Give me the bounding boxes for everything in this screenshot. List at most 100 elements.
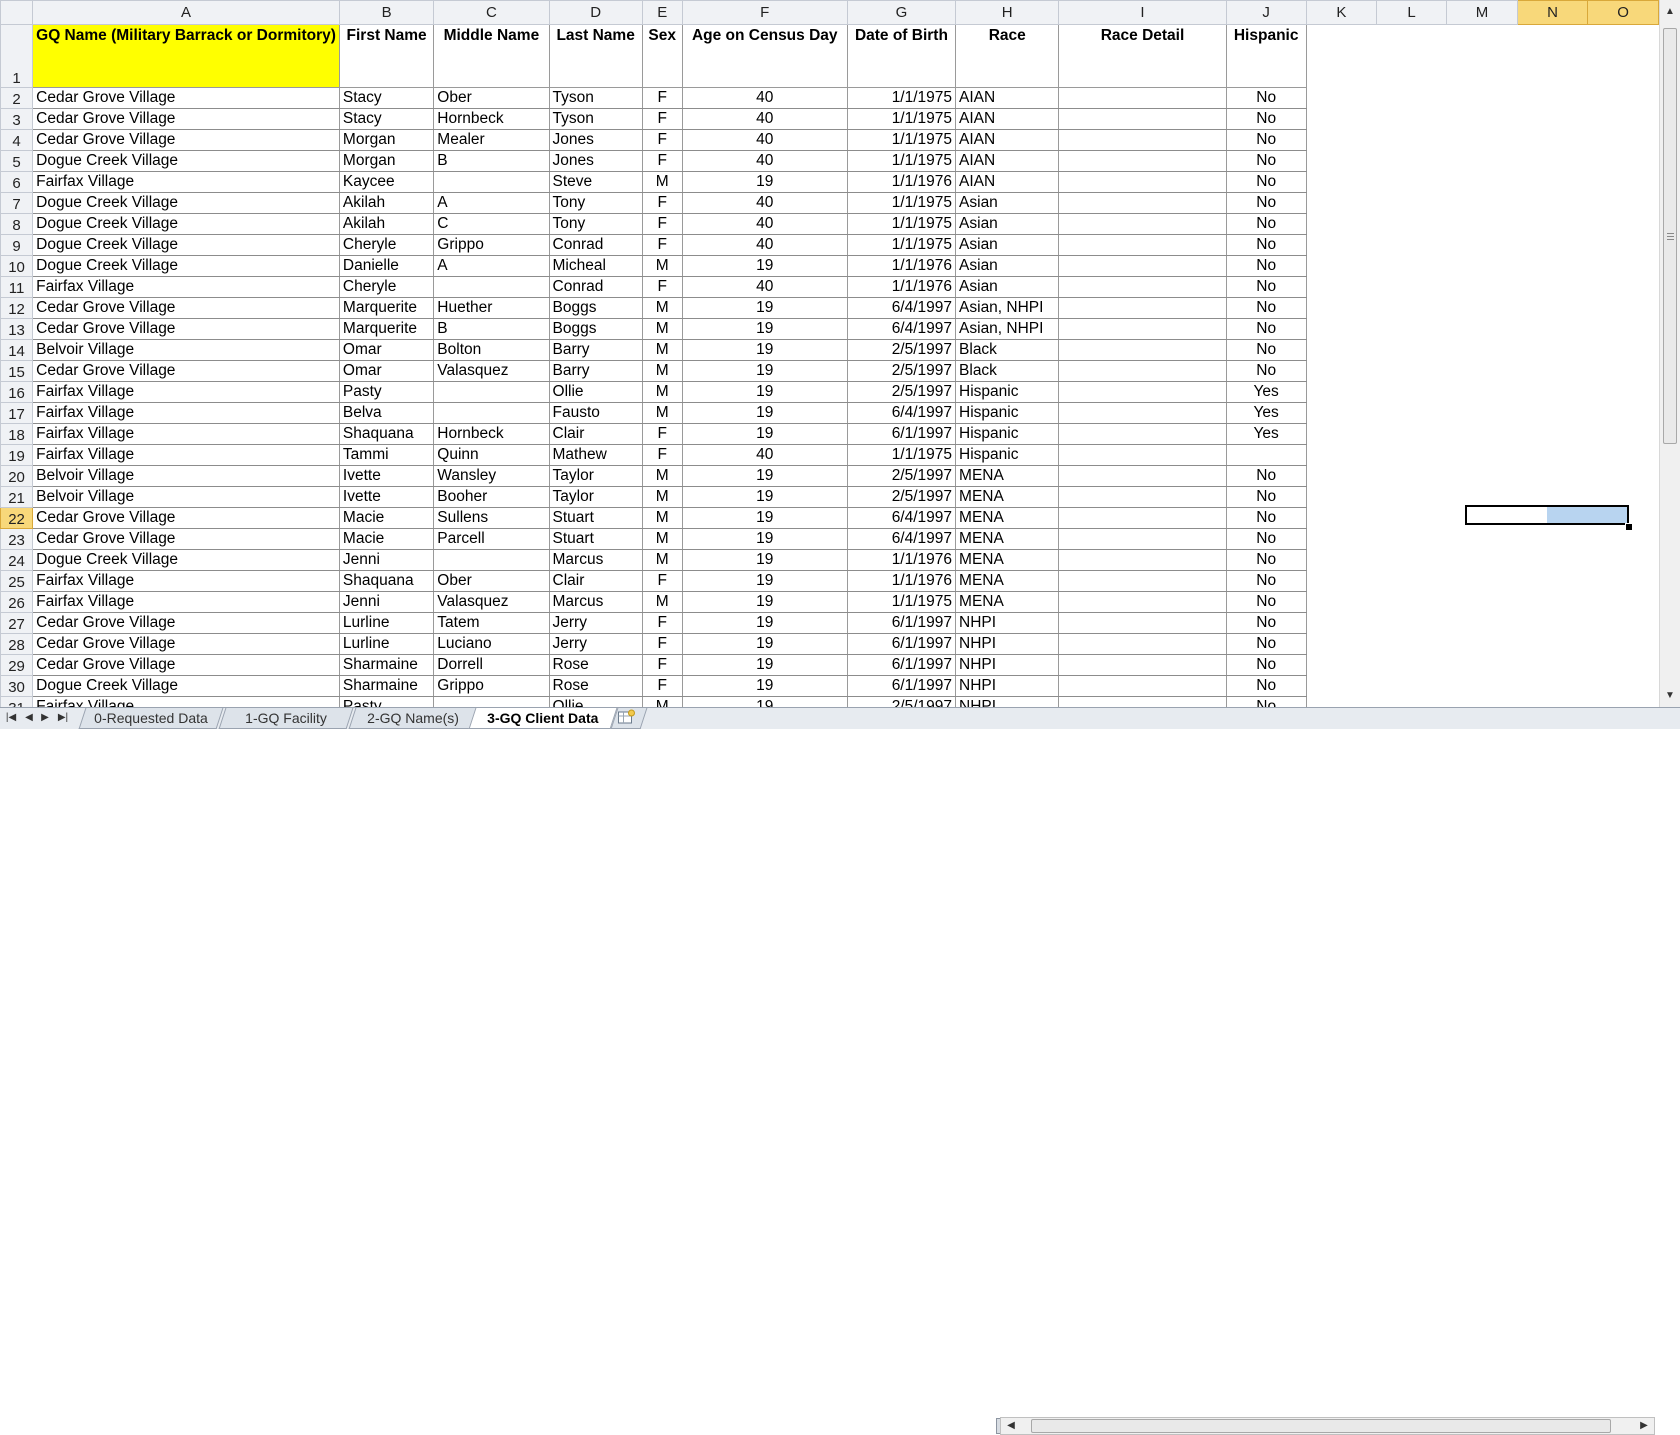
empty-cell[interactable] (1306, 508, 1376, 529)
empty-cell[interactable] (1447, 130, 1518, 151)
row-header[interactable]: 18 (0, 423, 34, 445)
empty-cell[interactable] (1377, 487, 1447, 508)
empty-cell[interactable] (1588, 382, 1659, 403)
empty-cell[interactable] (1306, 361, 1376, 382)
empty-cell[interactable] (1517, 634, 1587, 655)
empty-cell[interactable] (1588, 256, 1659, 277)
empty-cell[interactable] (1377, 319, 1447, 340)
cell-last-name[interactable]: Jerry (548, 633, 643, 655)
cell-first-name[interactable]: Belva (338, 402, 435, 424)
cell-sex[interactable]: F (641, 612, 683, 634)
empty-cell[interactable] (1306, 88, 1376, 109)
empty-cell[interactable] (1588, 424, 1659, 445)
empty-cell[interactable] (1306, 298, 1376, 319)
cell-date-of-birth[interactable]: 6/4/1997 (846, 318, 957, 340)
column-header-d[interactable]: D (548, 0, 643, 25)
cell-hispanic[interactable]: No (1225, 612, 1307, 634)
cell-gq-name[interactable]: Fairfax Village (32, 591, 340, 613)
cell-race-detail[interactable] (1058, 696, 1227, 707)
empty-cell[interactable] (1517, 361, 1587, 382)
empty-cell[interactable] (1447, 697, 1518, 708)
empty-cell[interactable] (1517, 340, 1587, 361)
column-header-i[interactable]: I (1058, 0, 1227, 25)
cell-middle-name[interactable] (433, 402, 550, 424)
empty-cell[interactable] (1306, 130, 1376, 151)
empty-cell[interactable] (1306, 466, 1376, 487)
cell-hispanic[interactable]: No (1225, 234, 1307, 256)
cell-age[interactable]: 19 (681, 591, 848, 613)
column-header-a[interactable]: A (32, 0, 340, 25)
header-race[interactable]: Race (955, 24, 1060, 88)
empty-cell[interactable] (1447, 277, 1518, 298)
cell-age[interactable]: 19 (681, 465, 848, 487)
cell-sex[interactable]: F (641, 633, 683, 655)
cell-middle-name[interactable]: Hornbeck (433, 423, 550, 445)
cell-date-of-birth[interactable]: 1/1/1975 (846, 87, 957, 109)
cell-middle-name[interactable] (433, 696, 550, 707)
cell-middle-name[interactable]: Valasquez (433, 360, 550, 382)
cell-first-name[interactable]: Lurline (338, 612, 435, 634)
empty-cell[interactable] (1447, 424, 1518, 445)
empty-cell[interactable] (1306, 487, 1376, 508)
cell-race-detail[interactable] (1058, 402, 1227, 424)
last-sheet-icon[interactable]: ▶| (56, 710, 70, 726)
cell-hispanic[interactable]: No (1225, 675, 1307, 697)
empty-cell[interactable] (1588, 130, 1659, 151)
empty-cell[interactable] (1377, 151, 1447, 172)
empty-cell[interactable] (1517, 676, 1587, 697)
cell-race-detail[interactable] (1058, 87, 1227, 109)
cell-gq-name[interactable]: Cedar Grove Village (32, 318, 340, 340)
column-header-f[interactable]: F (681, 0, 848, 25)
empty-cell[interactable] (1306, 697, 1376, 708)
column-header-n[interactable]: N (1516, 0, 1589, 25)
empty-cell[interactable] (1377, 235, 1447, 256)
fill-handle[interactable] (1625, 523, 1633, 531)
cell-age[interactable]: 19 (681, 360, 848, 382)
empty-cell[interactable] (1377, 697, 1447, 708)
empty-cell[interactable] (1588, 655, 1659, 676)
cell-gq-name[interactable]: Cedar Grove Village (32, 360, 340, 382)
header-sex[interactable]: Sex (641, 24, 683, 88)
cell-first-name[interactable]: Lurline (338, 633, 435, 655)
cell-race-detail[interactable] (1058, 276, 1227, 298)
cell-first-name[interactable]: Cheryle (338, 234, 435, 256)
cell-race[interactable]: Black (955, 339, 1060, 361)
empty-cell[interactable] (1306, 193, 1376, 214)
cell-last-name[interactable]: Tony (548, 213, 643, 235)
cell-hispanic[interactable]: No (1225, 276, 1307, 298)
cell-race-detail[interactable] (1058, 171, 1227, 193)
cell-race[interactable]: AIAN (955, 150, 1060, 172)
column-header-m[interactable]: M (1446, 0, 1518, 25)
empty-cell[interactable] (1447, 256, 1518, 277)
empty-cell[interactable] (1306, 676, 1376, 697)
cell-race[interactable]: MENA (955, 549, 1060, 571)
cell-race-detail[interactable] (1058, 675, 1227, 697)
row-header[interactable]: 23 (0, 528, 34, 550)
cell-date-of-birth[interactable]: 6/4/1997 (846, 297, 957, 319)
vertical-scroll-thumb[interactable] (1663, 28, 1677, 444)
cell-age[interactable]: 40 (681, 276, 848, 298)
empty-cell[interactable] (1377, 109, 1447, 130)
empty-cell[interactable] (1517, 25, 1587, 88)
empty-cell[interactable] (1377, 298, 1447, 319)
cell-age[interactable]: 19 (681, 612, 848, 634)
cell-last-name[interactable]: Conrad (548, 234, 643, 256)
cell-first-name[interactable]: Ivette (338, 465, 435, 487)
empty-cell[interactable] (1588, 277, 1659, 298)
empty-cell[interactable] (1377, 256, 1447, 277)
row-header[interactable]: 28 (0, 633, 34, 655)
cell-first-name[interactable]: Omar (338, 339, 435, 361)
cell-date-of-birth[interactable]: 2/5/1997 (846, 486, 957, 508)
cell-date-of-birth[interactable]: 1/1/1976 (846, 276, 957, 298)
scroll-right-arrow-icon[interactable]: ▶ (1636, 1418, 1652, 1434)
empty-cell[interactable] (1306, 277, 1376, 298)
cell-sex[interactable]: M (641, 297, 683, 319)
row-header[interactable]: 14 (0, 339, 34, 361)
cell-hispanic[interactable]: No (1225, 150, 1307, 172)
cell-sex[interactable]: M (641, 360, 683, 382)
cell-date-of-birth[interactable]: 6/1/1997 (846, 612, 957, 634)
cell-race[interactable]: Asian, NHPI (955, 318, 1060, 340)
row-header[interactable]: 12 (0, 297, 34, 319)
empty-cell[interactable] (1306, 613, 1376, 634)
column-header-e[interactable]: E (641, 0, 683, 25)
